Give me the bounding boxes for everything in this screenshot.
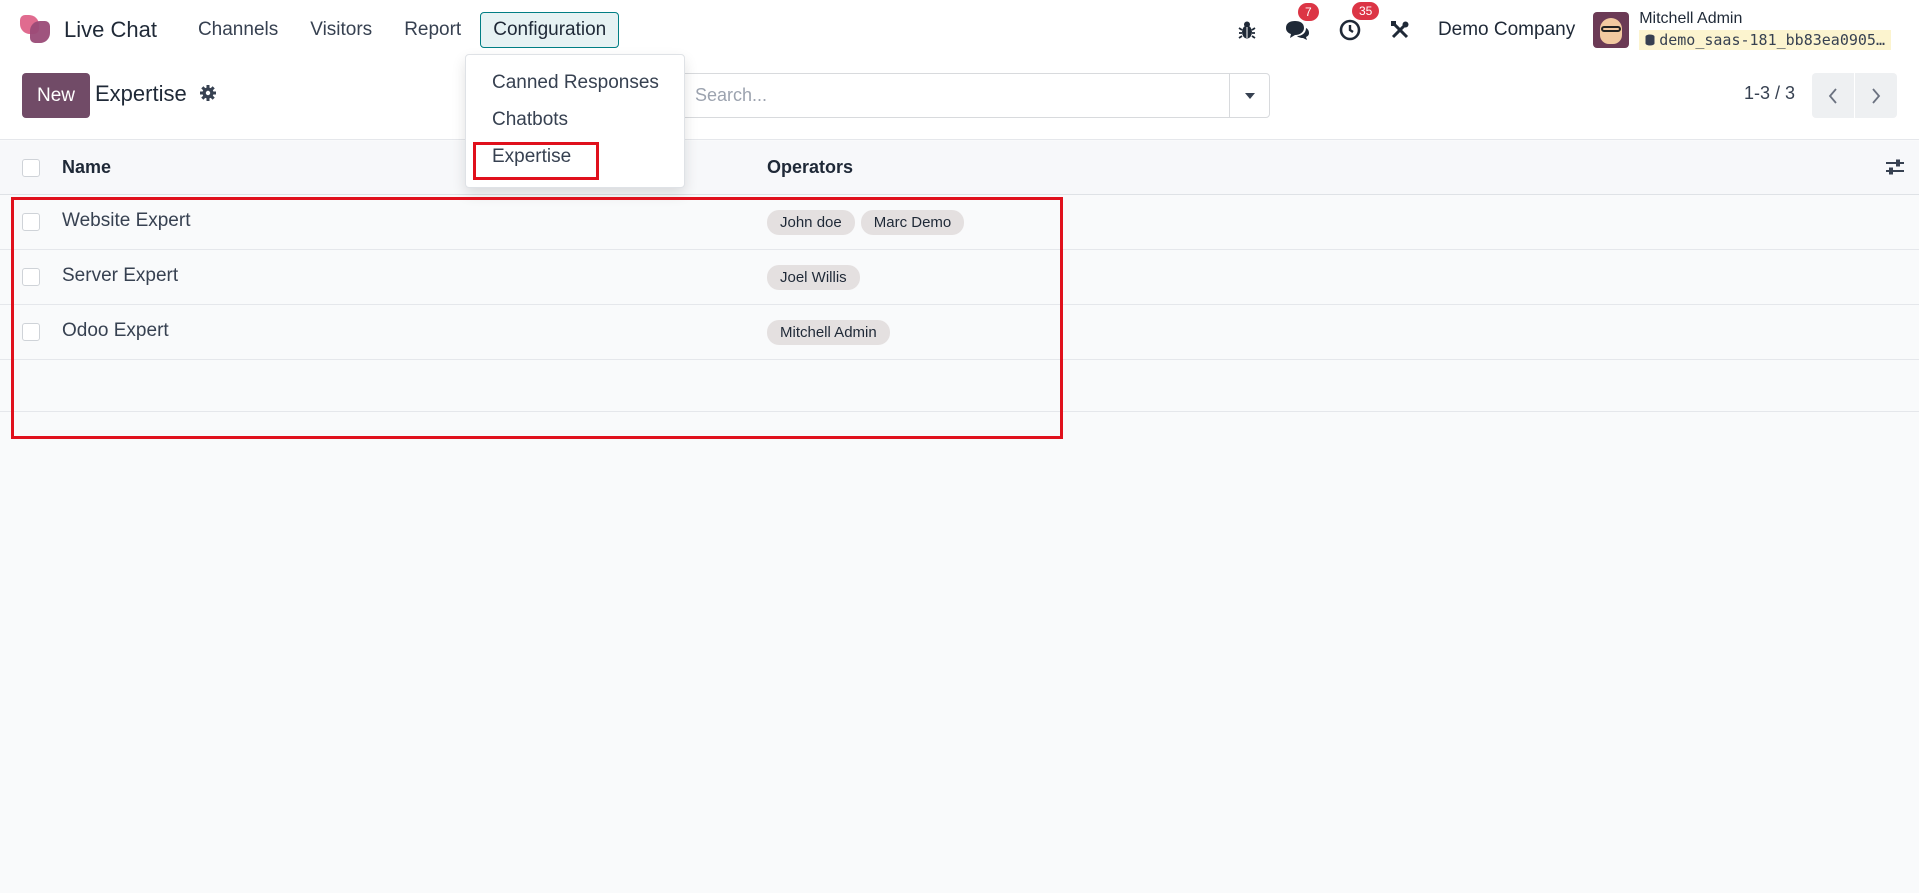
operator-tag: Marc Demo: [860, 210, 965, 235]
menu-item-canned-responses[interactable]: Canned Responses: [492, 72, 659, 94]
expertise-name: Website Expert: [62, 210, 191, 231]
sliders-icon[interactable]: [1885, 158, 1905, 181]
select-all-checkbox[interactable]: [22, 159, 40, 177]
user-name: Mitchell Admin: [1639, 10, 1743, 27]
caret-down-icon: [1244, 92, 1255, 99]
company-switcher[interactable]: Demo Company: [1438, 19, 1575, 41]
menu-item-chatbots[interactable]: Chatbots: [492, 109, 568, 131]
table-header: Name Operators: [0, 141, 1919, 195]
row-checkbox[interactable]: [22, 323, 40, 341]
chevron-right-icon: [1872, 87, 1881, 104]
systray: 7 35 Demo Company Mitchell Admin demo_sa…: [1210, 0, 1891, 60]
top-navbar: Live Chat Channels Visitors Report Confi…: [0, 0, 1919, 60]
empty-row: [0, 360, 1919, 412]
expertise-list: Name Operators Website Expert John doe M…: [0, 141, 1919, 412]
table-row[interactable]: Website Expert John doe Marc Demo: [0, 195, 1919, 250]
app-name[interactable]: Live Chat: [64, 17, 157, 43]
control-panel: New Expertise 1-3 / 3: [0, 60, 1919, 140]
configuration-dropdown: Canned Responses Chatbots Expertise: [465, 54, 685, 188]
database-icon: [1645, 34, 1655, 46]
search-input[interactable]: [681, 74, 1231, 117]
menu-item-expertise[interactable]: Expertise: [492, 146, 571, 168]
row-checkbox[interactable]: [22, 268, 40, 286]
bug-icon[interactable]: [1238, 20, 1256, 40]
activities-badge: 35: [1351, 2, 1380, 20]
messages-badge: 7: [1297, 3, 1319, 21]
column-header-operators[interactable]: Operators: [767, 157, 853, 178]
table-row[interactable]: Server Expert Joel Willis: [0, 250, 1919, 305]
search-bar: [680, 73, 1270, 118]
avatar[interactable]: [1593, 12, 1630, 48]
column-header-name[interactable]: Name: [62, 157, 111, 178]
chevron-left-icon: [1828, 87, 1837, 104]
user-menu[interactable]: Mitchell Admin demo_saas-181_bb83ea0905…: [1639, 10, 1891, 50]
pager-previous-button[interactable]: [1812, 73, 1854, 118]
page-title: Expertise: [95, 81, 187, 106]
menu-channels[interactable]: Channels: [185, 12, 291, 48]
new-button[interactable]: New: [22, 73, 90, 118]
operator-tag: Joel Willis: [767, 265, 860, 290]
row-checkbox[interactable]: [22, 213, 40, 231]
search-options-toggle[interactable]: [1229, 74, 1269, 117]
tools-icon[interactable]: [1390, 20, 1410, 40]
database-name: demo_saas-181_bb83ea0905…: [1639, 30, 1891, 50]
pager-value[interactable]: 1-3 / 3: [1744, 83, 1795, 104]
chat-icon[interactable]: 7: [1284, 3, 1319, 41]
pager-next-button[interactable]: [1855, 73, 1897, 118]
gear-icon[interactable]: [199, 84, 217, 107]
menu-report[interactable]: Report: [391, 12, 474, 48]
menu-configuration[interactable]: Configuration: [480, 12, 620, 48]
operator-tag: John doe: [767, 210, 855, 235]
operator-tags: Mitchell Admin: [767, 320, 896, 345]
expertise-name: Server Expert: [62, 265, 179, 286]
app-logo-icon[interactable]: [20, 15, 50, 45]
operator-tags: John doe Marc Demo: [767, 210, 970, 235]
table-row[interactable]: Odoo Expert Mitchell Admin: [0, 305, 1919, 360]
operator-tags: Joel Willis: [767, 265, 866, 290]
expertise-name: Odoo Expert: [62, 320, 169, 341]
operator-tag: Mitchell Admin: [767, 320, 890, 345]
menu-visitors[interactable]: Visitors: [297, 12, 385, 48]
clock-icon[interactable]: 35: [1338, 2, 1380, 42]
